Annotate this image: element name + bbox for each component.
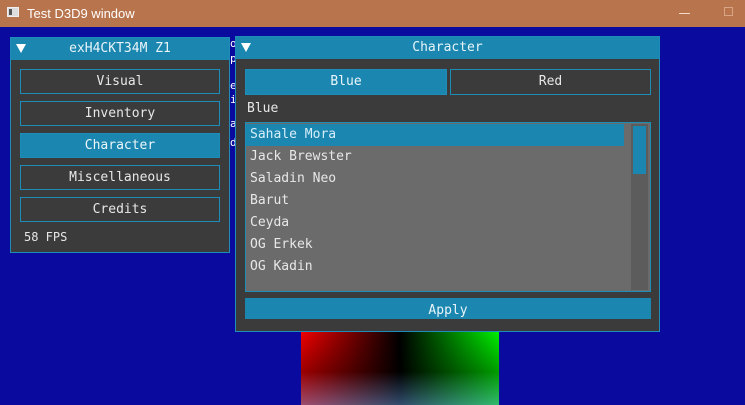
character-window: Character Blue Red Blue Sahale Mora Jack…	[235, 36, 660, 332]
color-gradient-quad	[301, 331, 499, 405]
main-menu-header[interactable]: exH4CKT34M Z1	[11, 38, 229, 60]
apply-button[interactable]: Apply	[245, 298, 651, 319]
fps-counter: 58 FPS	[24, 230, 68, 244]
list-item[interactable]: Sahale Mora	[246, 124, 624, 146]
tab-blue[interactable]: Blue	[245, 69, 447, 95]
list-item[interactable]: OG Kadin	[246, 256, 624, 278]
listbox-scrollbar[interactable]	[631, 124, 648, 290]
character-button[interactable]: Character	[20, 133, 220, 158]
miscellaneous-button[interactable]: Miscellaneous	[20, 165, 220, 190]
collapse-triangle-icon[interactable]	[241, 43, 251, 52]
inventory-button[interactable]: Inventory	[20, 101, 220, 126]
tab-red[interactable]: Red	[450, 69, 651, 95]
character-listbox[interactable]: Sahale Mora Jack Brewster Saladin Neo Ba…	[245, 122, 651, 292]
list-item[interactable]: Ceyda	[246, 212, 624, 234]
list-item[interactable]: Barut	[246, 190, 624, 212]
maximize-icon[interactable]	[724, 7, 733, 16]
visual-button[interactable]: Visual	[20, 69, 220, 94]
collapse-triangle-icon[interactable]	[16, 44, 26, 53]
team-label: Blue	[247, 101, 279, 116]
list-item[interactable]: OG Erkek	[246, 234, 624, 256]
minimize-icon[interactable]	[679, 13, 690, 14]
app-window-icon	[7, 7, 19, 17]
main-menu-window: exH4CKT34M Z1 Visual Inventory Character…	[10, 37, 230, 253]
list-item[interactable]: Jack Brewster	[246, 146, 624, 168]
window-title: Test D3D9 window	[27, 6, 135, 21]
character-header[interactable]: Character	[236, 37, 659, 59]
window-titlebar: Test D3D9 window	[0, 0, 745, 27]
list-item[interactable]: Saladin Neo	[246, 168, 624, 190]
character-title: Character	[412, 40, 483, 55]
credits-button[interactable]: Credits	[20, 197, 220, 222]
scrollbar-thumb[interactable]	[633, 126, 646, 174]
main-menu-title: exH4CKT34M Z1	[69, 41, 171, 56]
